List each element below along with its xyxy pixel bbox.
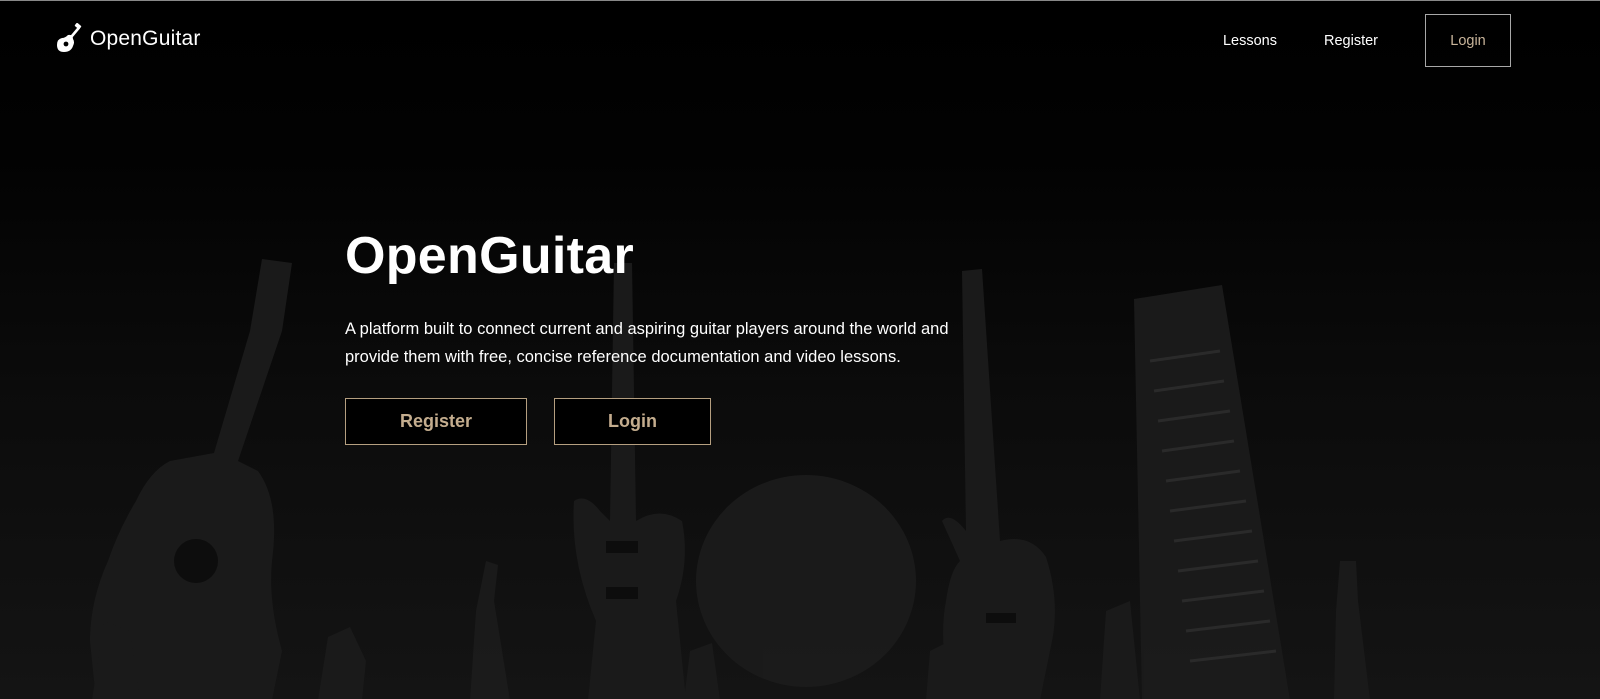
hero-buttons: Register Login [345, 398, 1005, 445]
brand-logo-link[interactable]: OpenGuitar [56, 23, 201, 55]
hero-section: OpenGuitar A platform built to connect c… [345, 225, 1005, 445]
nav-lessons-link[interactable]: Lessons [1223, 33, 1277, 49]
nav-links: Lessons Register Login [1223, 14, 1511, 67]
hero-login-button[interactable]: Login [554, 398, 711, 445]
nav-register-link[interactable]: Register [1324, 33, 1378, 49]
top-navbar: OpenGuitar Lessons Register Login [0, 1, 1600, 81]
hero-register-button[interactable]: Register [345, 398, 527, 445]
guitar-icon [57, 23, 82, 52]
landing-page: OpenGuitar Lessons Register Login OpenGu… [0, 0, 1600, 699]
hero-description: A platform built to connect current and … [345, 320, 949, 366]
hero-title: OpenGuitar [345, 227, 635, 285]
brand-name: OpenGuitar [90, 27, 201, 50]
nav-login-button[interactable]: Login [1425, 14, 1511, 67]
